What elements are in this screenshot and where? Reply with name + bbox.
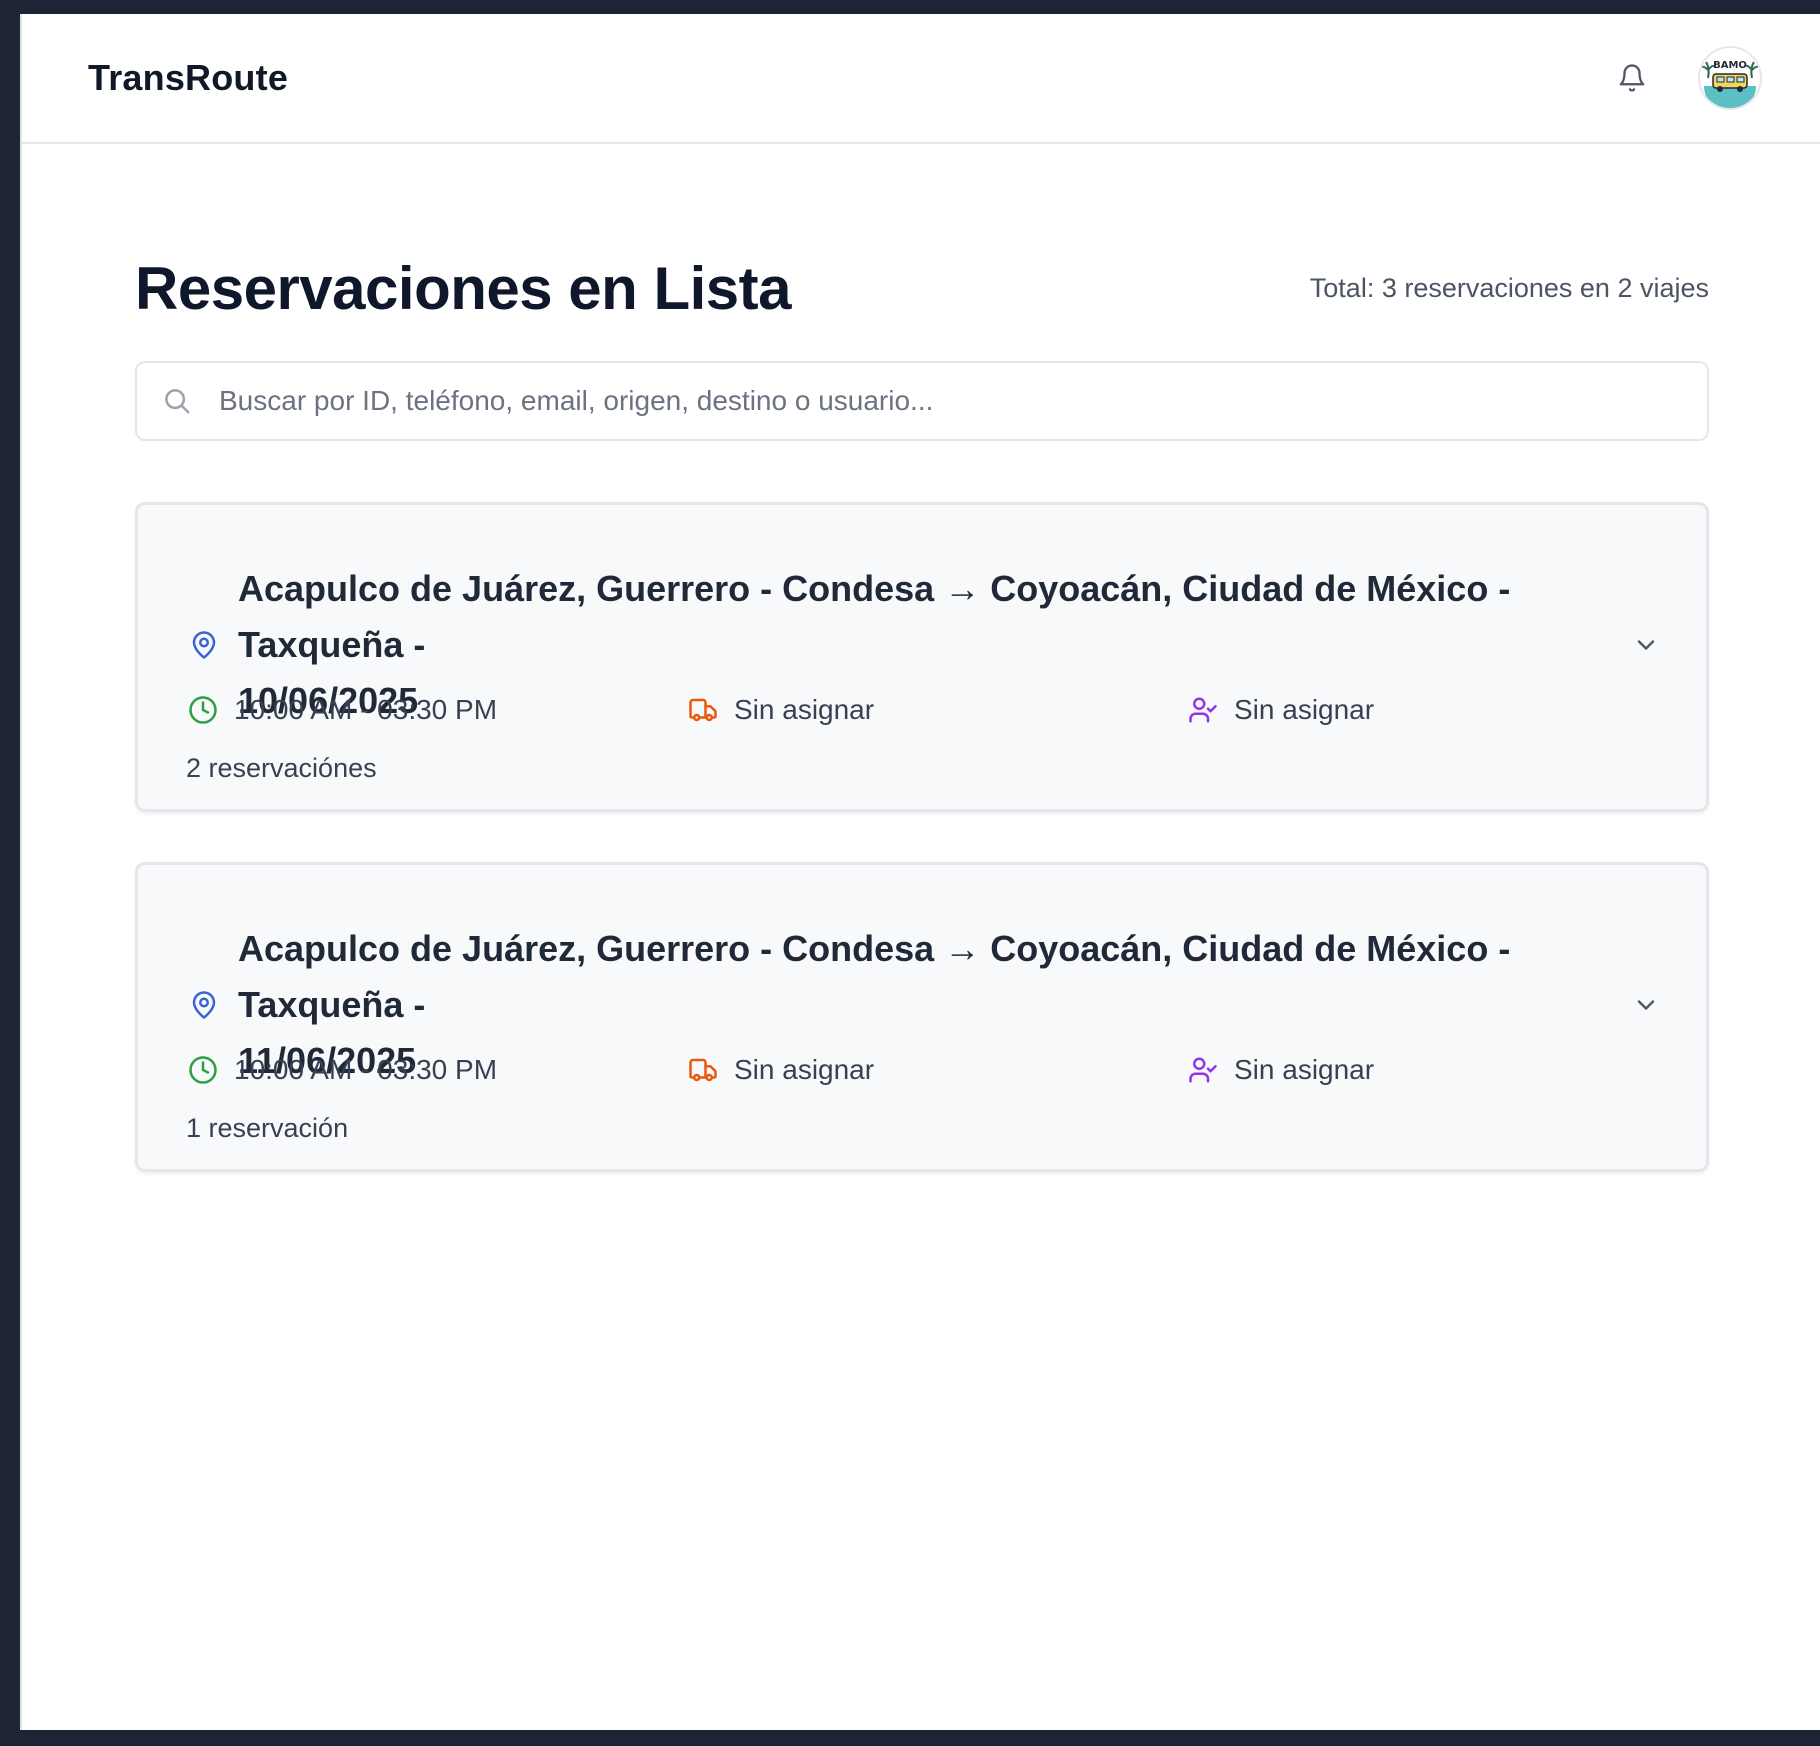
window-frame-top [0, 0, 1820, 14]
trip-meta: 10:00 AM - 03:30 PM Sin asignar Sin asig… [186, 693, 1664, 733]
user-avatar[interactable]: BAMO [1698, 46, 1762, 110]
trip-driver: Sin asignar [1186, 1053, 1374, 1087]
map-pin-icon [186, 985, 222, 1025]
trip-time: 10:00 AM - 03:30 PM [186, 1053, 497, 1087]
chevron-down-icon [1637, 640, 1655, 650]
header-actions: BAMO [1614, 46, 1762, 110]
svg-text:BAMO: BAMO [1713, 60, 1747, 71]
clock-icon [186, 693, 220, 727]
expand-toggle[interactable] [1628, 987, 1664, 1023]
trip-driver: Sin asignar [1186, 693, 1374, 727]
app-window: TransRoute BAMO Reservaciones en Lista T… [20, 14, 1820, 1730]
clock-icon [186, 1053, 220, 1087]
search-icon [161, 385, 193, 417]
truck-icon [686, 693, 720, 727]
search-bar [135, 361, 1709, 441]
search-input[interactable] [219, 385, 1669, 417]
reservation-count: 2 reservaciónes [186, 753, 377, 783]
trip-card[interactable]: Acapulco de Juárez, Guerrero - Condesa →… [135, 862, 1709, 1172]
trip-time: 10:00 AM - 03:30 PM [186, 693, 497, 727]
app-header: TransRoute BAMO [22, 14, 1820, 144]
map-pin-icon [186, 625, 222, 665]
trip-vehicle: Sin asignar [686, 1053, 874, 1087]
bell-icon [1619, 64, 1645, 92]
trip-driver-text: Sin asignar [1234, 1054, 1375, 1085]
trip-time-text: 10:00 AM - 03:30 PM [234, 694, 498, 725]
trip-driver-text: Sin asignar [1234, 694, 1375, 725]
trip-vehicle-text: Sin asignar [734, 694, 875, 725]
user-check-icon [1186, 1053, 1220, 1087]
title-row: Reservaciones en Lista Total: 3 reservac… [135, 254, 1709, 323]
avatar-logo-image: BAMO [1700, 48, 1760, 108]
user-check-icon [1186, 693, 1220, 727]
trip-meta: 10:00 AM - 03:30 PM Sin asignar Sin asig… [186, 1053, 1664, 1093]
brand-logo-text[interactable]: TransRoute [88, 57, 288, 99]
truck-icon [686, 1053, 720, 1087]
trip-route-line: Acapulco de Juárez, Guerrero - Condesa →… [238, 568, 1511, 665]
expand-toggle[interactable] [1628, 627, 1664, 663]
trip-time-text: 10:00 AM - 03:30 PM [234, 1054, 498, 1085]
trip-route-line: Acapulco de Juárez, Guerrero - Condesa →… [238, 928, 1511, 1025]
trip-card[interactable]: Acapulco de Juárez, Guerrero - Condesa →… [135, 502, 1709, 812]
chevron-down-icon [1637, 1000, 1655, 1010]
total-summary: Total: 3 reservaciones en 2 viajes [1309, 273, 1709, 303]
trip-vehicle-text: Sin asignar [734, 1054, 875, 1085]
notifications-button[interactable] [1614, 60, 1650, 96]
trip-vehicle: Sin asignar [686, 693, 874, 727]
page-title: Reservaciones en Lista [135, 255, 792, 322]
reservation-count: 1 reservación [186, 1113, 349, 1143]
window-frame-bottom [0, 1730, 1820, 1746]
